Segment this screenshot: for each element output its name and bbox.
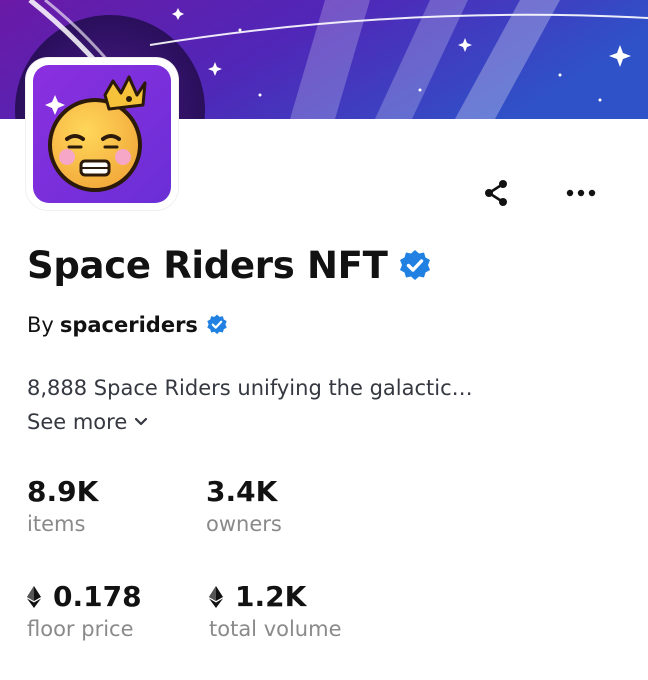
stat-total-volume: 1.2K total volume: [209, 580, 342, 641]
stat-value: 1.2K: [235, 580, 307, 613]
share-icon: [485, 180, 507, 206]
stat-floor-price: 0.178 floor price: [27, 580, 142, 641]
ethereum-icon: [209, 585, 223, 608]
stat-label: total volume: [209, 617, 342, 641]
stat-owners: 3.4K owners: [206, 475, 282, 536]
see-more-link[interactable]: See more: [27, 410, 148, 434]
more-icon: [566, 189, 596, 197]
stat-label: floor price: [27, 617, 134, 641]
collection-avatar: [26, 58, 178, 210]
by-prefix: By: [27, 313, 54, 337]
share-button[interactable]: [478, 175, 514, 211]
verified-badge-icon: [206, 314, 228, 336]
more-options-button[interactable]: [563, 175, 599, 211]
collection-name: Space Riders NFT: [27, 244, 388, 287]
stat-value: 0.178: [53, 580, 142, 613]
creator-link[interactable]: spaceriders: [60, 313, 198, 337]
collection-title: Space Riders NFT: [27, 244, 432, 287]
stat-value-row: 0.178: [27, 580, 142, 613]
stat-value: 3.4K: [206, 475, 278, 508]
chevron-down-icon: [134, 417, 148, 427]
collection-description: 8,888 Space Riders unifying the galactic…: [27, 376, 473, 400]
stat-label: owners: [206, 512, 282, 536]
stat-value-row: 1.2K: [209, 580, 342, 613]
creator-line: By spaceriders: [27, 313, 228, 337]
verified-badge-icon: [398, 249, 432, 283]
avatar-image: [33, 65, 171, 203]
see-more-label: See more: [27, 410, 128, 434]
ethereum-icon: [27, 585, 41, 608]
stat-items: 8.9K items: [27, 475, 98, 536]
stat-label: items: [27, 512, 86, 536]
stat-value: 8.9K: [27, 475, 99, 508]
